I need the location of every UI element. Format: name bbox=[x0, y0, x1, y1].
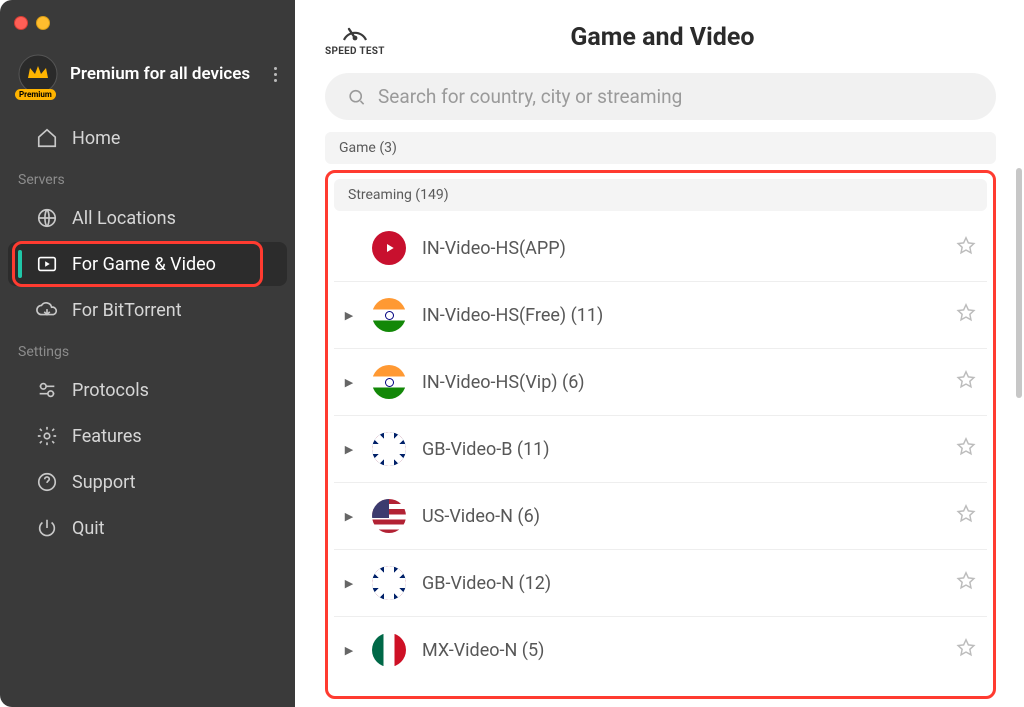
crown-icon: Premium bbox=[18, 54, 58, 94]
server-name: GB-Video-B (11) bbox=[422, 439, 939, 460]
sidebar-item-bittorrent[interactable]: For BitTorrent bbox=[8, 288, 287, 332]
server-row[interactable]: ▶ GB-Video-B (11) bbox=[334, 416, 987, 483]
sidebar-item-label: Protocols bbox=[72, 380, 149, 401]
server-row[interactable]: ▶ IN-Video-HS(Free) (11) bbox=[334, 282, 987, 349]
speed-test-button[interactable]: SPEED TEST bbox=[325, 18, 385, 57]
active-accent bbox=[18, 250, 22, 278]
server-row[interactable]: ▶ US-Video-N (6) bbox=[334, 483, 987, 550]
sidebar-item-game-video[interactable]: For Game & Video bbox=[8, 242, 287, 286]
favorite-star-icon[interactable] bbox=[955, 570, 977, 596]
expand-arrow-icon[interactable]: ▶ bbox=[342, 644, 356, 657]
server-list: IN-Video-HS(APP) ▶ IN-Video-HS(Free) (11… bbox=[334, 215, 987, 683]
sidebar-item-quit[interactable]: Quit bbox=[8, 506, 287, 550]
server-name: MX-Video-N (5) bbox=[422, 640, 939, 661]
flag-gb-icon bbox=[372, 566, 406, 600]
flag-gb-icon bbox=[372, 432, 406, 466]
main-header: SPEED TEST Game and Video bbox=[325, 18, 996, 57]
flag-mx-icon bbox=[372, 633, 406, 667]
server-name: IN-Video-HS(Vip) (6) bbox=[422, 372, 939, 393]
server-name: US-Video-N (6) bbox=[422, 506, 939, 527]
account-header: Premium Premium for all devices bbox=[0, 38, 295, 116]
sidebar-item-features[interactable]: Features bbox=[8, 414, 287, 458]
sidebar-nav: Home Servers All Locations For Game & Vi… bbox=[0, 116, 295, 572]
favorite-star-icon[interactable] bbox=[955, 369, 977, 395]
server-name: IN-Video-HS(APP) bbox=[422, 238, 939, 259]
expand-arrow-icon[interactable]: ▶ bbox=[342, 309, 356, 322]
flag-in-icon bbox=[372, 298, 406, 332]
section-settings: Settings bbox=[0, 334, 295, 366]
flag-us-icon bbox=[372, 499, 406, 533]
server-row[interactable]: IN-Video-HS(APP) bbox=[334, 215, 987, 282]
sidebar-item-label: Features bbox=[72, 426, 142, 447]
sidebar-item-label: Support bbox=[72, 472, 136, 493]
sidebar-item-support[interactable]: Support bbox=[8, 460, 287, 504]
sidebar-item-label: For Game & Video bbox=[72, 254, 216, 275]
favorite-star-icon[interactable] bbox=[955, 235, 977, 261]
sidebar-item-all-locations[interactable]: All Locations bbox=[8, 196, 287, 240]
server-row[interactable]: ▶ IN-Video-HS(Vip) (6) bbox=[334, 349, 987, 416]
sidebar-item-home[interactable]: Home bbox=[8, 116, 287, 160]
sidebar-item-protocols[interactable]: Protocols bbox=[8, 368, 287, 412]
sidebar: Premium Premium for all devices Home Ser… bbox=[0, 0, 295, 707]
download-cloud-icon bbox=[36, 299, 58, 321]
sliders-icon bbox=[36, 379, 58, 401]
scrollbar[interactable] bbox=[1016, 168, 1022, 687]
sidebar-item-label: For BitTorrent bbox=[72, 300, 182, 321]
highlight-annotation-main: Streaming (149) IN-Video-HS(APP) ▶ IN-Vi… bbox=[325, 170, 996, 699]
search-input[interactable] bbox=[378, 85, 974, 108]
menu-kebab-icon[interactable] bbox=[274, 67, 277, 82]
page-title: Game and Video bbox=[385, 23, 940, 52]
account-title: Premium for all devices bbox=[70, 64, 250, 84]
server-row[interactable]: ▶ MX-Video-N (5) bbox=[334, 617, 987, 683]
globe-icon bbox=[36, 207, 58, 229]
speed-test-label: SPEED TEST bbox=[325, 46, 385, 57]
server-name: GB-Video-N (12) bbox=[422, 573, 939, 594]
sidebar-item-label: Quit bbox=[72, 518, 105, 539]
server-row[interactable]: ▶ GB-Video-N (12) bbox=[334, 550, 987, 617]
premium-badge: Premium bbox=[15, 89, 56, 100]
help-icon bbox=[36, 471, 58, 493]
flag-in-icon bbox=[372, 365, 406, 399]
minimize-window-button[interactable] bbox=[36, 16, 50, 30]
expand-arrow-icon[interactable]: ▶ bbox=[342, 510, 356, 523]
sidebar-item-label: All Locations bbox=[72, 208, 176, 229]
app-icon bbox=[372, 231, 406, 265]
expand-arrow-icon[interactable]: ▶ bbox=[342, 376, 356, 389]
power-icon bbox=[36, 517, 58, 539]
section-servers: Servers bbox=[0, 162, 295, 194]
close-window-button[interactable] bbox=[14, 16, 28, 30]
expand-arrow-icon[interactable]: ▶ bbox=[342, 577, 356, 590]
group-streaming[interactable]: Streaming (149) bbox=[334, 179, 987, 211]
scrollbar-thumb[interactable] bbox=[1016, 168, 1022, 398]
sidebar-item-label: Home bbox=[72, 128, 120, 149]
home-icon bbox=[36, 127, 58, 149]
window-controls bbox=[0, 8, 295, 38]
favorite-star-icon[interactable] bbox=[955, 436, 977, 462]
expand-arrow-icon[interactable]: ▶ bbox=[342, 443, 356, 456]
group-game[interactable]: Game (3) bbox=[325, 132, 996, 164]
search-bar[interactable] bbox=[325, 73, 996, 120]
favorite-star-icon[interactable] bbox=[955, 302, 977, 328]
favorite-star-icon[interactable] bbox=[955, 503, 977, 529]
play-square-icon bbox=[36, 253, 58, 275]
gauge-icon bbox=[340, 18, 370, 44]
server-name: IN-Video-HS(Free) (11) bbox=[422, 305, 939, 326]
search-icon bbox=[347, 87, 366, 107]
gear-icon bbox=[36, 425, 58, 447]
favorite-star-icon[interactable] bbox=[955, 637, 977, 663]
main-panel: SPEED TEST Game and Video Game (3) Strea… bbox=[295, 0, 1024, 707]
